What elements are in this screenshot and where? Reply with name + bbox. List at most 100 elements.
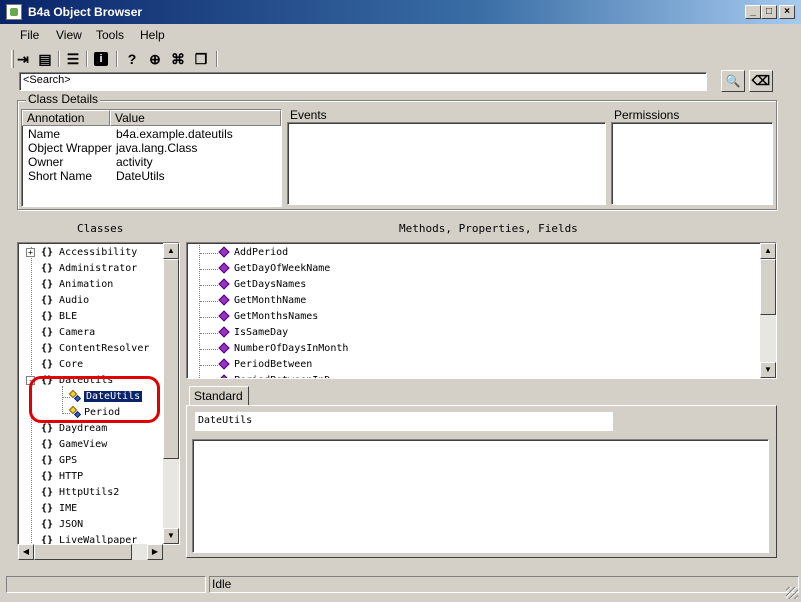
method-item[interactable]: NumberOfDaysInMonth — [200, 341, 348, 357]
tree-item[interactable]: {} JSON — [26, 517, 83, 533]
method-label: IsSameDay — [234, 327, 289, 338]
method-item[interactable]: PeriodBetween — [200, 357, 312, 373]
column-header-value[interactable]: Value — [110, 110, 281, 126]
search-input[interactable]: <Search> — [19, 72, 707, 91]
annotation-cell: Object Wrapper — [28, 141, 112, 155]
tree-line — [200, 301, 218, 302]
new-file-icon[interactable]: ▤ — [36, 50, 54, 68]
method-item[interactable]: IsSameDay — [200, 325, 288, 341]
tree-item[interactable]: {} Administrator — [26, 261, 137, 277]
tree-item[interactable]: {} Core — [26, 357, 83, 373]
scroll-down-arrow-icon[interactable]: ▼ — [760, 362, 776, 378]
tree-item[interactable]: {} ContentResolver — [26, 341, 149, 357]
menu-file[interactable]: File — [20, 28, 39, 42]
methods-scrollbar[interactable]: ▲ ▼ — [760, 243, 776, 378]
method-item[interactable]: GetDaysNames — [200, 277, 306, 293]
annotations-table[interactable]: Annotation Value Name b4a.example.dateut… — [21, 109, 282, 207]
method-item[interactable]: GetMonthName — [200, 293, 306, 309]
tree-item[interactable]: {} HTTP — [26, 469, 83, 485]
status-progress — [6, 576, 206, 593]
scroll-right-arrow-icon[interactable]: ▶ — [147, 544, 163, 560]
method-item[interactable]: PeriodBetweenInD... — [200, 373, 348, 378]
tree-item-label: BLE — [59, 311, 78, 322]
method-label: PeriodBetweenInD... — [234, 375, 348, 378]
tree-item-label: Core — [59, 359, 84, 370]
hscroll-thumb[interactable] — [34, 544, 132, 560]
scroll-thumb[interactable] — [760, 259, 776, 315]
method-item[interactable]: GetMonthsNames — [200, 309, 318, 325]
toolbar-separator — [58, 51, 60, 67]
class-braces-icon: {} — [41, 327, 54, 338]
tree-item[interactable]: {} GPS — [26, 453, 77, 469]
tree-item[interactable]: {} Audio — [26, 293, 89, 309]
tree-item[interactable]: {} Daydream — [26, 421, 107, 437]
column-header-annotation[interactable]: Annotation — [22, 110, 110, 126]
value-cell: java.lang.Class — [116, 141, 198, 155]
maximize-button[interactable]: □ — [761, 5, 777, 19]
tree-item-label: Administrator — [59, 263, 138, 274]
scroll-left-arrow-icon[interactable]: ◀ — [18, 544, 34, 560]
permissions-label: Permissions — [614, 108, 680, 122]
method-icon — [218, 262, 230, 274]
scroll-down-arrow-icon[interactable]: ▼ — [163, 528, 179, 544]
menu-view[interactable]: View — [56, 28, 82, 42]
tree-line — [200, 365, 218, 366]
scroll-up-arrow-icon[interactable]: ▲ — [163, 243, 179, 259]
tree-item[interactable]: {} GameView — [26, 437, 107, 453]
tab-standard[interactable]: Standard — [189, 386, 249, 406]
list-icon[interactable]: ☰ — [64, 50, 82, 68]
copy-icon[interactable]: ❐ — [192, 50, 210, 68]
expand-toggle-icon[interactable]: + — [26, 247, 35, 257]
tree-item-label: GameView — [59, 439, 108, 450]
tree-item[interactable]: {} Camera — [26, 325, 95, 341]
menu-help[interactable]: Help — [140, 28, 165, 42]
method-label: PeriodBetween — [234, 359, 313, 370]
classes-hscrollbar[interactable]: ◀ ▶ — [18, 544, 163, 560]
methods-list[interactable]: AddPeriod GetDayOfWeekName GetDaysNames Get… — [186, 242, 777, 379]
permissions-list[interactable] — [611, 122, 773, 205]
tree-item[interactable]: + {} Accessibility — [26, 245, 137, 261]
method-icon — [218, 310, 230, 322]
method-item[interactable]: AddPeriod — [200, 245, 288, 261]
gift-icon[interactable]: ⌘ — [169, 50, 187, 68]
minimize-button[interactable]: _ — [745, 5, 761, 19]
clear-search-button[interactable]: ⌫ — [749, 70, 773, 92]
class-braces-icon: {} — [41, 455, 54, 466]
info-icon[interactable]: i — [94, 52, 108, 66]
tree-item[interactable]: {} Animation — [26, 277, 113, 293]
methods-label: Methods, Properties, Fields — [399, 222, 578, 235]
help-icon[interactable]: ? — [123, 50, 141, 68]
tree-item[interactable]: {} BLE — [26, 309, 77, 325]
scroll-up-arrow-icon[interactable]: ▲ — [760, 243, 776, 259]
value-cell: DateUtils — [116, 169, 165, 183]
eraser-icon: ⌫ — [751, 73, 771, 88]
classes-scrollbar[interactable]: ▲ ▼ — [163, 243, 179, 544]
scroll-thumb[interactable] — [163, 259, 179, 459]
menu-tools[interactable]: Tools — [96, 28, 124, 42]
tree-item[interactable]: {} IME — [26, 501, 77, 517]
tree-line — [200, 285, 218, 286]
class-braces-icon: {} — [41, 279, 54, 290]
description-box[interactable] — [192, 439, 769, 553]
events-list[interactable] — [287, 122, 606, 205]
tree-item-label: GPS — [59, 455, 78, 466]
highlight-circle — [29, 376, 160, 423]
toolbar: ⇥ ▤ ☰ i ? ⊕ ⌘ ❐ — [0, 48, 801, 70]
globe-icon[interactable]: ⊕ — [146, 50, 164, 68]
status-text: Idle — [209, 576, 799, 593]
window-title: B4a Object Browser — [28, 5, 143, 19]
method-item[interactable]: GetDayOfWeekName — [200, 261, 330, 277]
tree-item-label: Camera — [59, 327, 96, 338]
signature-field[interactable]: DateUtils — [195, 412, 613, 431]
search-button[interactable]: 🔍 — [721, 70, 745, 92]
tree-line — [200, 253, 218, 254]
class-details-legend: Class Details — [26, 92, 101, 106]
resize-grip-icon[interactable] — [786, 587, 798, 599]
import-icon[interactable]: ⇥ — [14, 50, 32, 68]
tree-item[interactable]: {} HttpUtils2 — [26, 485, 119, 501]
tree-item-label: Audio — [59, 295, 90, 306]
close-button[interactable]: × — [779, 5, 795, 19]
